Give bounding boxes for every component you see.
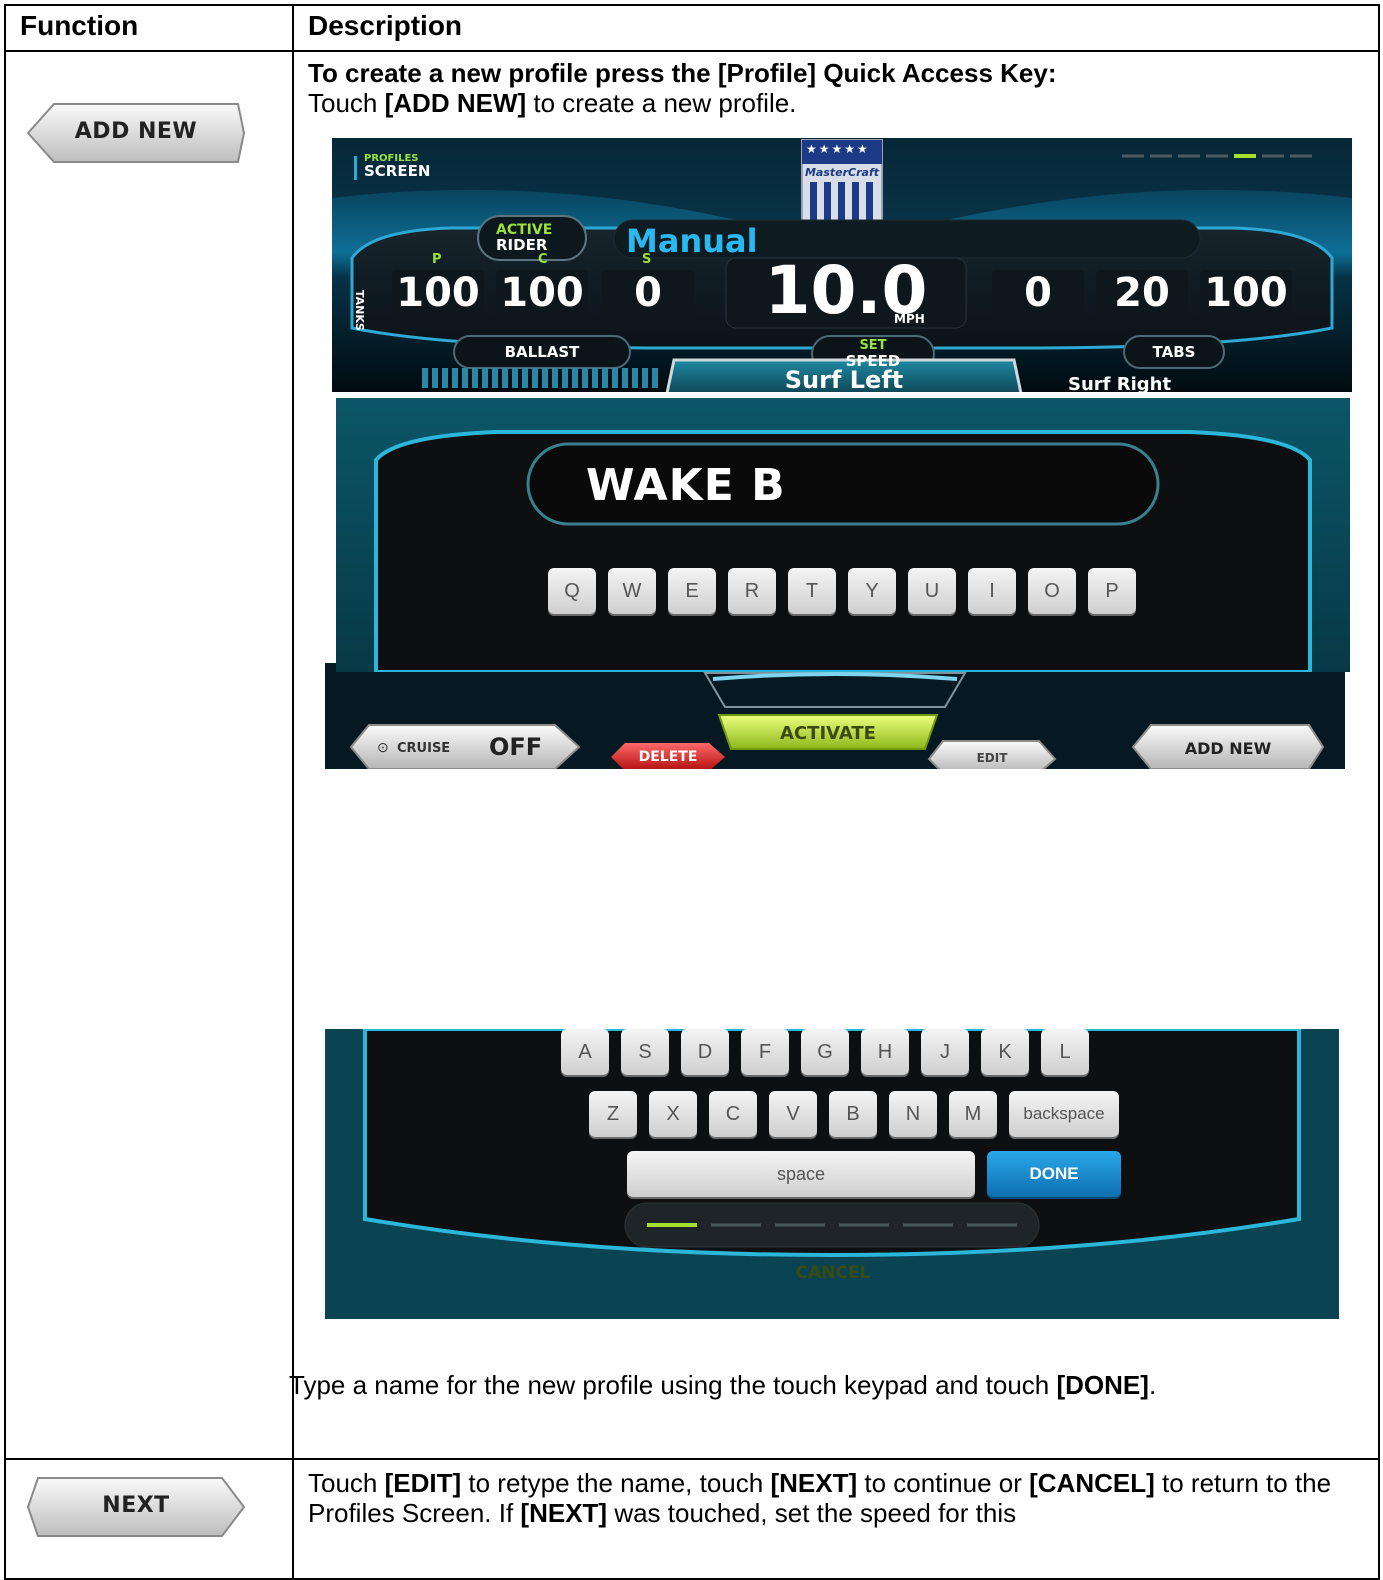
delete-button[interactable]: DELETE [611,749,725,765]
key-p[interactable]: P [1088,568,1136,614]
tank-letter-s: S [642,252,652,267]
description-footer: Type a name for the new profile using th… [289,1370,1157,1400]
key-w[interactable]: W [608,568,656,614]
tab-value-2: 20 [1114,270,1170,316]
tab-value-1: 0 [1024,270,1052,316]
key-z[interactable]: Z [589,1091,637,1137]
key-f[interactable]: F [741,1029,789,1075]
header-function: Function [4,4,294,52]
next-button-image: NEXT [26,1476,246,1538]
add-new-button[interactable]: ADD NEW [1133,739,1323,758]
keyboard-screen-image: WAKE B Q W E R T Y U I O P [336,398,1350,672]
description-heading: To create a new profile press the [Profi… [308,58,1057,88]
ballast-button[interactable]: BALLAST [454,343,630,361]
key-i[interactable]: I [968,568,1016,614]
key-y[interactable]: Y [848,568,896,614]
tab-value-3: 100 [1204,270,1288,316]
description-cell: Touch [EDIT] to retype the name, touch [… [292,1458,1380,1580]
key-b[interactable]: B [829,1091,877,1137]
surf-left-option[interactable]: Surf Left [674,366,1014,392]
cruise-icon: ⊙ [377,739,389,755]
keyboard-lower-area: A S D F G H J K L Z X C V B N M backspac… [325,1029,1339,1319]
name-input-field[interactable]: WAKE B [586,460,786,511]
tabs-button[interactable]: TABS [1124,343,1224,361]
key-a[interactable]: A [561,1029,609,1075]
surf-right-option[interactable]: Surf Right [1068,374,1171,392]
brand-stars-icon: ★★★★★ [806,142,870,156]
tank-value-p: 100 [396,270,480,316]
profiles-screen-image: PROFILES SCREEN MasterCraft ★★★★★ ACTIVE… [332,138,1352,392]
key-n[interactable]: N [889,1091,937,1137]
key-q[interactable]: Q [548,568,596,614]
key-g[interactable]: G [801,1029,849,1075]
key-s[interactable]: S [621,1029,669,1075]
set-speed-label-top[interactable]: SET [812,338,934,353]
add-new-button-image: ADD NEW [26,102,246,164]
key-v[interactable]: V [769,1091,817,1137]
space-key[interactable]: space [627,1151,975,1197]
edit-button[interactable]: EDIT [929,751,1055,765]
cruise-value[interactable]: OFF [489,733,542,761]
tank-value-c: 100 [500,270,584,316]
speed-unit: MPH [894,312,925,326]
key-l[interactable]: L [1041,1029,1089,1075]
header-description: Description [292,4,1380,52]
next-description: Touch [EDIT] to retype the name, touch [… [308,1468,1332,1528]
tank-letter-c: C [538,252,548,267]
description-intro: To create a new profile press the [Profi… [308,58,1057,118]
activate-button[interactable]: ACTIVATE [719,723,937,744]
profiles-screen-bottom-bar: ⊙ CRUISE OFF DELETE ACTIVATE EDIT ADD NE… [325,663,1345,769]
key-d[interactable]: D [681,1029,729,1075]
key-o[interactable]: O [1028,568,1076,614]
key-h[interactable]: H [861,1029,909,1075]
key-j[interactable]: J [921,1029,969,1075]
profiles-screen-title: SCREEN [364,162,431,180]
key-c[interactable]: C [709,1091,757,1137]
description-cell: To create a new profile press the [Profi… [289,50,1380,1460]
key-r[interactable]: R [728,568,776,614]
key-e[interactable]: E [668,568,716,614]
function-cell: ADD NEW [4,50,294,1460]
done-button[interactable]: DONE [987,1151,1121,1197]
cruise-label[interactable]: CRUISE [397,741,450,756]
key-t[interactable]: T [788,568,836,614]
key-m[interactable]: M [949,1091,997,1137]
backspace-key[interactable]: backspace [1009,1091,1119,1137]
tank-letter-p: P [432,252,442,267]
table-row: ADD NEW To create a new profile press th… [4,50,1380,1460]
tanks-label: TANKS [353,290,366,331]
table-header-row: Function Description [4,4,1380,52]
tank-value-s: 0 [634,270,662,316]
cancel-button[interactable]: CANCEL [721,1263,945,1283]
key-k[interactable]: K [981,1029,1029,1075]
function-table: Function Description ADD NEW To create a… [4,4,1380,1580]
brand-logo-text: MasterCraft [804,166,880,179]
set-speed-value: 10.0 [764,252,928,329]
function-cell: NEXT [4,1458,294,1580]
table-row: NEXT Touch [EDIT] to retype the name, to… [4,1458,1380,1580]
key-u[interactable]: U [908,568,956,614]
key-x[interactable]: X [649,1091,697,1137]
